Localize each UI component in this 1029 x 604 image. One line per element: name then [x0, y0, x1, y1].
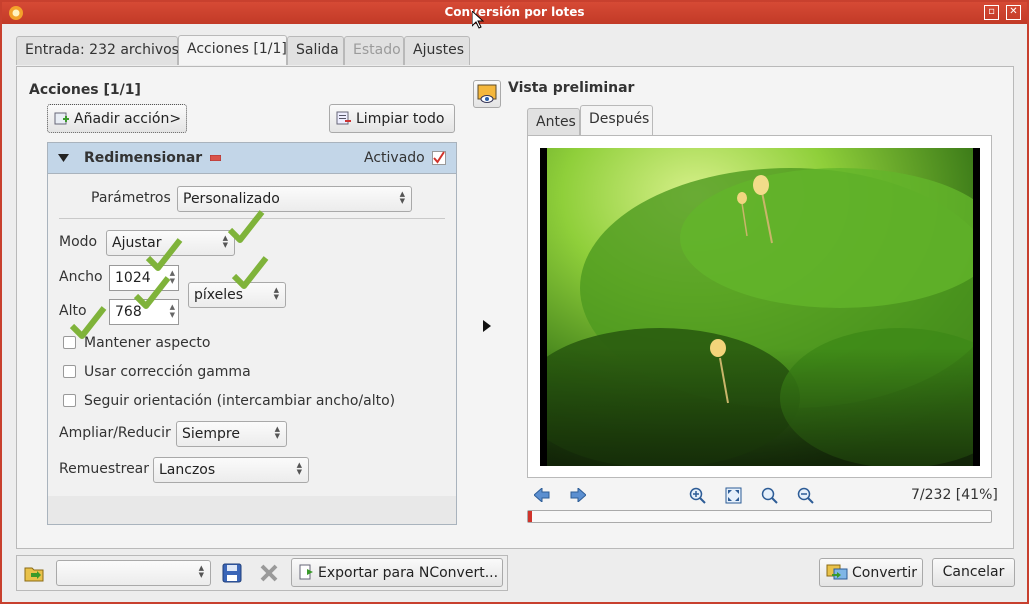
- orientation-label: Seguir orientación (intercambiar ancho/a…: [84, 393, 396, 409]
- tab-settings[interactable]: Ajustes: [404, 36, 470, 65]
- progress-fill: [528, 511, 532, 522]
- resample-label: Remuestrear: [59, 461, 150, 477]
- fit-to-window-icon[interactable]: [725, 487, 742, 504]
- moss-photo: [540, 148, 980, 466]
- tab-actions[interactable]: Acciones [1/1]: [178, 35, 287, 65]
- mode-label: Modo: [59, 234, 98, 250]
- width-label: Ancho: [59, 269, 103, 285]
- green-check-icon: [69, 306, 107, 339]
- gamma-label: Usar corrección gamma: [84, 364, 251, 380]
- resize-title: Redimensionar: [84, 150, 203, 166]
- cancel-button[interactable]: Cancelar: [932, 558, 1015, 587]
- green-check-icon: [145, 238, 183, 271]
- window-title: Conversión por lotes: [444, 5, 585, 19]
- zoom-actual-icon[interactable]: [761, 487, 778, 504]
- export-nconvert-button[interactable]: Exportar para NConvert...: [291, 558, 503, 587]
- tab-after[interactable]: Después: [580, 105, 653, 136]
- enlarge-label: Ampliar/Reducir: [59, 425, 171, 441]
- resize-panel-header[interactable]: Redimensionar Activado: [48, 143, 456, 174]
- remove-action-icon[interactable]: [210, 155, 221, 161]
- tab-output[interactable]: Salida: [287, 36, 344, 65]
- delete-icon[interactable]: [258, 562, 280, 584]
- resample-value: Lanczos: [159, 462, 216, 478]
- add-action-icon: [54, 112, 69, 125]
- save-icon[interactable]: [221, 562, 243, 584]
- gamma-checkbox[interactable]: [63, 365, 76, 378]
- add-action-label: Añadir acción>: [74, 111, 182, 127]
- tab-before[interactable]: Antes: [527, 108, 580, 136]
- enlarge-select[interactable]: Siempre ▲ ▼: [176, 421, 287, 447]
- checkmark-icon: [432, 151, 446, 165]
- params-value: Personalizado: [183, 191, 280, 207]
- batch-conversion-window: Conversión por lotes ▫ ✕ Entrada: 232 ar…: [0, 0, 1029, 604]
- green-check-icon: [227, 210, 265, 243]
- clear-all-label: Limpiar todo: [356, 111, 445, 127]
- preview-toggle-button[interactable]: [473, 80, 501, 108]
- tab-input[interactable]: Entrada: 232 archivos: [16, 36, 179, 65]
- enlarge-value: Siempre: [182, 426, 240, 442]
- open-folder-icon[interactable]: [23, 562, 45, 584]
- preview-title: Vista preliminar: [508, 80, 635, 96]
- next-image-icon[interactable]: [570, 488, 586, 502]
- collapse-triangle-icon[interactable]: [58, 154, 69, 163]
- conversion-progress-bar: [527, 510, 992, 523]
- convert-icon: [826, 564, 848, 580]
- clear-all-button[interactable]: Limpiar todo: [329, 104, 455, 133]
- export-icon: [299, 564, 313, 580]
- clear-list-icon: [336, 111, 351, 125]
- green-check-icon: [231, 256, 269, 289]
- title-bar: Conversión por lotes ▫ ✕: [2, 2, 1027, 24]
- convert-label: Convertir: [852, 565, 918, 581]
- params-label: Parámetros: [91, 190, 171, 206]
- actions-title: Acciones [1/1]: [29, 82, 141, 98]
- add-action-button[interactable]: Añadir acción>: [47, 104, 187, 133]
- resample-select[interactable]: Lanczos ▲ ▼: [153, 457, 309, 483]
- orientation-checkbox[interactable]: [63, 394, 76, 407]
- preview-image: [540, 148, 980, 466]
- maximize-button[interactable]: ▫: [984, 5, 999, 20]
- convert-button[interactable]: Convertir: [819, 558, 923, 587]
- enabled-checkbox[interactable]: [432, 151, 446, 165]
- green-check-icon: [133, 276, 171, 309]
- splitter-arrow-icon[interactable]: [483, 320, 491, 332]
- mouse-cursor-icon: [472, 11, 484, 29]
- export-label: Exportar para NConvert...: [318, 565, 499, 581]
- zoom-out-icon[interactable]: [797, 487, 814, 504]
- preset-select[interactable]: ▲ ▼: [56, 560, 211, 586]
- enabled-label: Activado: [364, 150, 425, 166]
- close-button[interactable]: ✕: [1006, 5, 1021, 20]
- image-counter: 7/232 [41%]: [911, 487, 998, 503]
- preview-eye-icon: [477, 84, 497, 103]
- tab-status: Estado: [344, 36, 404, 65]
- zoom-in-icon[interactable]: [689, 487, 706, 504]
- params-select[interactable]: Personalizado ▲ ▼: [177, 186, 412, 212]
- previous-image-icon[interactable]: [534, 488, 550, 502]
